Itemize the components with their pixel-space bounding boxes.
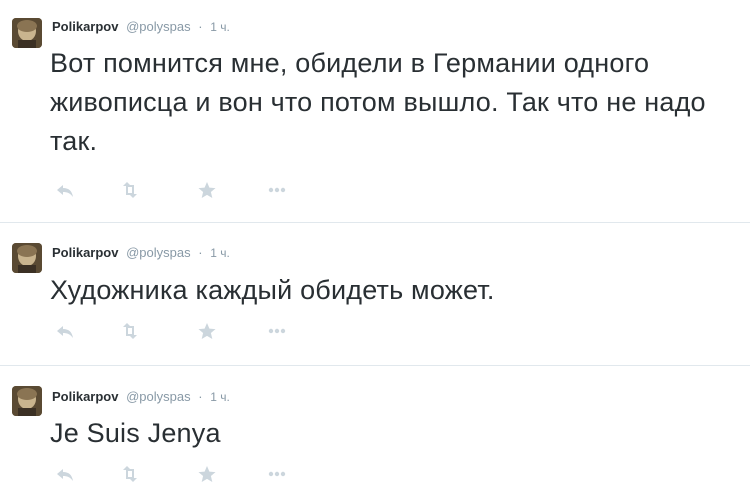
separator-dot: ·	[198, 389, 203, 404]
author-username[interactable]: @polyspas	[126, 389, 191, 404]
tweet[interactable]: Polikarpov @polyspas · 1 ч. Вот помнится…	[0, 0, 750, 222]
tweet-timestamp[interactable]: 1 ч.	[210, 246, 230, 260]
avatar-image	[12, 18, 42, 48]
separator-dot: ·	[198, 19, 203, 34]
more-icon[interactable]	[265, 180, 289, 200]
reply-icon[interactable]	[54, 180, 78, 200]
tweet-feed: Polikarpov @polyspas · 1 ч. Вот помнится…	[0, 0, 750, 492]
tweet-text: Je Suis Jenya	[50, 418, 221, 448]
avatar-image	[12, 243, 42, 273]
tweet[interactable]: Polikarpov @polyspas · 1 ч. Je Suis Jeny…	[0, 366, 750, 492]
tweet-header: Polikarpov @polyspas · 1 ч.	[52, 245, 230, 261]
reply-icon[interactable]	[54, 464, 78, 484]
separator-dot: ·	[198, 245, 203, 260]
more-icon[interactable]	[265, 464, 289, 484]
retweet-icon[interactable]	[118, 464, 142, 484]
avatar[interactable]	[12, 243, 42, 273]
avatar[interactable]	[12, 386, 42, 416]
author-name[interactable]: Polikarpov	[52, 245, 118, 260]
favorite-icon[interactable]	[195, 180, 219, 200]
author-name[interactable]: Polikarpov	[52, 389, 118, 404]
retweet-icon[interactable]	[118, 180, 142, 200]
favorite-icon[interactable]	[195, 464, 219, 484]
author-username[interactable]: @polyspas	[126, 19, 191, 34]
tweet-timestamp[interactable]: 1 ч.	[210, 390, 230, 404]
author-username[interactable]: @polyspas	[126, 245, 191, 260]
more-icon[interactable]	[265, 321, 289, 341]
favorite-icon[interactable]	[195, 321, 219, 341]
avatar[interactable]	[12, 18, 42, 48]
tweet-text: Вот помнится мне, обидели в Германии одн…	[50, 48, 706, 156]
avatar-image	[12, 386, 42, 416]
tweet[interactable]: Polikarpov @polyspas · 1 ч. Художника ка…	[0, 223, 750, 365]
tweet-text: Художника каждый обидеть может.	[50, 275, 495, 305]
author-name[interactable]: Polikarpov	[52, 19, 118, 34]
tweet-header: Polikarpov @polyspas · 1 ч.	[52, 389, 230, 405]
reply-icon[interactable]	[54, 321, 78, 341]
tweet-timestamp[interactable]: 1 ч.	[210, 20, 230, 34]
tweet-header: Polikarpov @polyspas · 1 ч.	[52, 19, 230, 35]
retweet-icon[interactable]	[118, 321, 142, 341]
